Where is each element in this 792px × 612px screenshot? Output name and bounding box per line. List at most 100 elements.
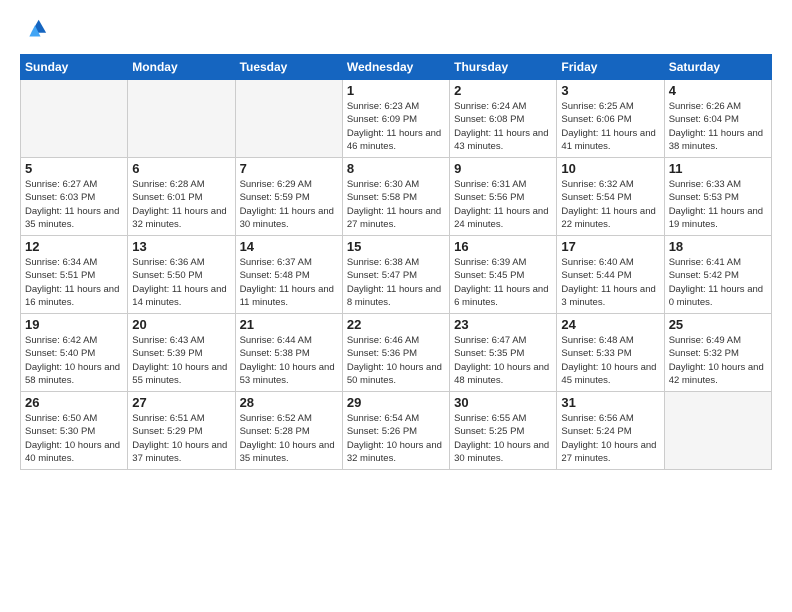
calendar-cell: 4 Sunrise: 6:26 AM Sunset: 6:04 PM Daylig…	[664, 80, 771, 158]
day-info: Sunrise: 6:28 AM Sunset: 6:01 PM Dayligh…	[132, 178, 230, 231]
week-row-5: 26 Sunrise: 6:50 AM Sunset: 5:30 PM Dayli…	[21, 392, 772, 470]
day-info: Sunrise: 6:41 AM Sunset: 5:42 PM Dayligh…	[669, 256, 767, 309]
day-info: Sunrise: 6:24 AM Sunset: 6:08 PM Dayligh…	[454, 100, 552, 153]
day-info: Sunrise: 6:46 AM Sunset: 5:36 PM Dayligh…	[347, 334, 445, 387]
day-number: 13	[132, 239, 230, 254]
day-info: Sunrise: 6:51 AM Sunset: 5:29 PM Dayligh…	[132, 412, 230, 465]
day-number: 20	[132, 317, 230, 332]
day-header-wednesday: Wednesday	[342, 55, 449, 80]
day-number: 10	[561, 161, 659, 176]
day-info: Sunrise: 6:30 AM Sunset: 5:58 PM Dayligh…	[347, 178, 445, 231]
day-number: 26	[25, 395, 123, 410]
calendar-cell	[128, 80, 235, 158]
calendar-cell: 29Sunrise: 6:54 AM Sunset: 5:26 PM Dayli…	[342, 392, 449, 470]
day-header-tuesday: Tuesday	[235, 55, 342, 80]
calendar-cell	[235, 80, 342, 158]
logo-icon	[20, 16, 48, 44]
day-info: Sunrise: 6:49 AM Sunset: 5:32 PM Dayligh…	[669, 334, 767, 387]
day-info: Sunrise: 6:26 AM Sunset: 6:04 PM Dayligh…	[669, 100, 767, 153]
calendar-cell: 22Sunrise: 6:46 AM Sunset: 5:36 PM Dayli…	[342, 314, 449, 392]
day-info: Sunrise: 6:43 AM Sunset: 5:39 PM Dayligh…	[132, 334, 230, 387]
day-info: Sunrise: 6:56 AM Sunset: 5:24 PM Dayligh…	[561, 412, 659, 465]
calendar-cell: 2 Sunrise: 6:24 AM Sunset: 6:08 PM Daylig…	[450, 80, 557, 158]
day-info: Sunrise: 6:52 AM Sunset: 5:28 PM Dayligh…	[240, 412, 338, 465]
day-number: 24	[561, 317, 659, 332]
week-row-3: 12 Sunrise: 6:34 AM Sunset: 5:51 PM Dayli…	[21, 236, 772, 314]
day-info: Sunrise: 6:36 AM Sunset: 5:50 PM Dayligh…	[132, 256, 230, 309]
calendar-cell: 25 Sunrise: 6:49 AM Sunset: 5:32 PM Dayli…	[664, 314, 771, 392]
day-info: Sunrise: 6:55 AM Sunset: 5:25 PM Dayligh…	[454, 412, 552, 465]
calendar-cell: 16 Sunrise: 6:39 AM Sunset: 5:45 PM Dayli…	[450, 236, 557, 314]
day-header-monday: Monday	[128, 55, 235, 80]
day-number: 18	[669, 239, 767, 254]
day-number: 17	[561, 239, 659, 254]
day-info: Sunrise: 6:31 AM Sunset: 5:56 PM Dayligh…	[454, 178, 552, 231]
day-number: 28	[240, 395, 338, 410]
calendar-cell: 26 Sunrise: 6:50 AM Sunset: 5:30 PM Dayli…	[21, 392, 128, 470]
day-number: 19	[25, 317, 123, 332]
week-row-4: 19 Sunrise: 6:42 AM Sunset: 5:40 PM Dayli…	[21, 314, 772, 392]
week-row-2: 5 Sunrise: 6:27 AM Sunset: 6:03 PM Daylig…	[21, 158, 772, 236]
logo	[20, 16, 52, 44]
calendar-cell: 30 Sunrise: 6:55 AM Sunset: 5:25 PM Dayli…	[450, 392, 557, 470]
day-info: Sunrise: 6:50 AM Sunset: 5:30 PM Dayligh…	[25, 412, 123, 465]
day-info: Sunrise: 6:42 AM Sunset: 5:40 PM Dayligh…	[25, 334, 123, 387]
day-info: Sunrise: 6:40 AM Sunset: 5:44 PM Dayligh…	[561, 256, 659, 309]
calendar-table: SundayMondayTuesdayWednesdayThursdayFrid…	[20, 54, 772, 470]
day-number: 3	[561, 83, 659, 98]
calendar-cell	[664, 392, 771, 470]
day-number: 15	[347, 239, 445, 254]
day-info: Sunrise: 6:23 AM Sunset: 6:09 PM Dayligh…	[347, 100, 445, 153]
calendar-cell: 15 Sunrise: 6:38 AM Sunset: 5:47 PM Dayli…	[342, 236, 449, 314]
day-header-friday: Friday	[557, 55, 664, 80]
calendar-cell: 31 Sunrise: 6:56 AM Sunset: 5:24 PM Dayli…	[557, 392, 664, 470]
day-number: 5	[25, 161, 123, 176]
day-number: 31	[561, 395, 659, 410]
day-info: Sunrise: 6:37 AM Sunset: 5:48 PM Dayligh…	[240, 256, 338, 309]
day-number: 8	[347, 161, 445, 176]
day-header-thursday: Thursday	[450, 55, 557, 80]
day-number: 6	[132, 161, 230, 176]
day-info: Sunrise: 6:39 AM Sunset: 5:45 PM Dayligh…	[454, 256, 552, 309]
calendar-cell: 18 Sunrise: 6:41 AM Sunset: 5:42 PM Dayli…	[664, 236, 771, 314]
header-row: SundayMondayTuesdayWednesdayThursdayFrid…	[21, 55, 772, 80]
calendar-cell: 13 Sunrise: 6:36 AM Sunset: 5:50 PM Dayli…	[128, 236, 235, 314]
calendar-cell: 1Sunrise: 6:23 AM Sunset: 6:09 PM Daylig…	[342, 80, 449, 158]
calendar-cell	[21, 80, 128, 158]
calendar-cell: 14 Sunrise: 6:37 AM Sunset: 5:48 PM Dayli…	[235, 236, 342, 314]
day-info: Sunrise: 6:34 AM Sunset: 5:51 PM Dayligh…	[25, 256, 123, 309]
day-number: 12	[25, 239, 123, 254]
day-info: Sunrise: 6:44 AM Sunset: 5:38 PM Dayligh…	[240, 334, 338, 387]
day-number: 27	[132, 395, 230, 410]
calendar-cell: 24 Sunrise: 6:48 AM Sunset: 5:33 PM Dayli…	[557, 314, 664, 392]
week-row-1: 1Sunrise: 6:23 AM Sunset: 6:09 PM Daylig…	[21, 80, 772, 158]
day-info: Sunrise: 6:27 AM Sunset: 6:03 PM Dayligh…	[25, 178, 123, 231]
day-number: 16	[454, 239, 552, 254]
day-info: Sunrise: 6:48 AM Sunset: 5:33 PM Dayligh…	[561, 334, 659, 387]
day-header-saturday: Saturday	[664, 55, 771, 80]
calendar-cell: 23Sunrise: 6:47 AM Sunset: 5:35 PM Dayli…	[450, 314, 557, 392]
calendar-cell: 11Sunrise: 6:33 AM Sunset: 5:53 PM Dayli…	[664, 158, 771, 236]
day-number: 14	[240, 239, 338, 254]
day-header-sunday: Sunday	[21, 55, 128, 80]
day-info: Sunrise: 6:47 AM Sunset: 5:35 PM Dayligh…	[454, 334, 552, 387]
calendar-cell: 6 Sunrise: 6:28 AM Sunset: 6:01 PM Daylig…	[128, 158, 235, 236]
day-number: 4	[669, 83, 767, 98]
day-info: Sunrise: 6:38 AM Sunset: 5:47 PM Dayligh…	[347, 256, 445, 309]
day-number: 21	[240, 317, 338, 332]
day-number: 7	[240, 161, 338, 176]
calendar-cell: 9Sunrise: 6:31 AM Sunset: 5:56 PM Daylig…	[450, 158, 557, 236]
calendar-cell: 21 Sunrise: 6:44 AM Sunset: 5:38 PM Dayli…	[235, 314, 342, 392]
day-number: 29	[347, 395, 445, 410]
calendar-cell: 20 Sunrise: 6:43 AM Sunset: 5:39 PM Dayli…	[128, 314, 235, 392]
page-container: SundayMondayTuesdayWednesdayThursdayFrid…	[0, 0, 792, 480]
calendar-cell: 3 Sunrise: 6:25 AM Sunset: 6:06 PM Daylig…	[557, 80, 664, 158]
calendar-cell: 28 Sunrise: 6:52 AM Sunset: 5:28 PM Dayli…	[235, 392, 342, 470]
day-number: 11	[669, 161, 767, 176]
day-number: 30	[454, 395, 552, 410]
day-number: 2	[454, 83, 552, 98]
day-info: Sunrise: 6:29 AM Sunset: 5:59 PM Dayligh…	[240, 178, 338, 231]
day-info: Sunrise: 6:25 AM Sunset: 6:06 PM Dayligh…	[561, 100, 659, 153]
calendar-cell: 10Sunrise: 6:32 AM Sunset: 5:54 PM Dayli…	[557, 158, 664, 236]
day-number: 25	[669, 317, 767, 332]
